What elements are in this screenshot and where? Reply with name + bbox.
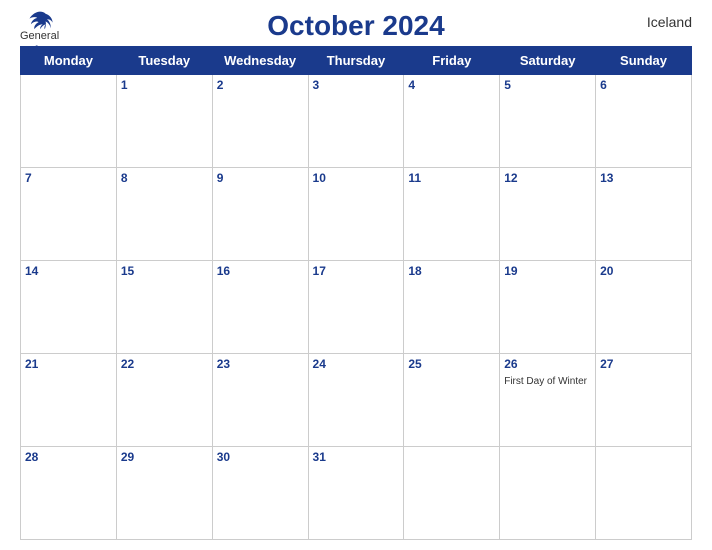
calendar-day-cell: 9 — [212, 168, 308, 261]
calendar-week-row: 28 29 30 31 — [21, 447, 692, 540]
day-number: 26 — [504, 357, 591, 371]
calendar-day-cell: 2 — [212, 75, 308, 168]
calendar-day-cell: 10 — [308, 168, 404, 261]
day-number: 29 — [121, 450, 208, 464]
calendar-header: General Blue October 2024 Iceland — [20, 10, 692, 42]
calendar-day-cell: 15 — [116, 261, 212, 354]
day-number: 25 — [408, 357, 495, 371]
calendar-day-cell: 3 — [308, 75, 404, 168]
day-number: 14 — [25, 264, 112, 278]
calendar-day-cell: 4 — [404, 75, 500, 168]
day-number: 2 — [217, 78, 304, 92]
calendar-day-cell: 18 — [404, 261, 500, 354]
logo-general-text: General — [20, 30, 59, 43]
day-number: 31 — [313, 450, 400, 464]
calendar-day-cell: 16 — [212, 261, 308, 354]
day-number: 24 — [313, 357, 400, 371]
calendar-day-cell: 30 — [212, 447, 308, 540]
day-number: 12 — [504, 171, 591, 185]
col-sunday: Sunday — [596, 47, 692, 75]
calendar-week-row: 123456 — [21, 75, 692, 168]
calendar-day-cell — [596, 447, 692, 540]
calendar-day-cell: 17 — [308, 261, 404, 354]
calendar-day-cell: 1 — [116, 75, 212, 168]
day-number: 7 — [25, 171, 112, 185]
day-number: 20 — [600, 264, 687, 278]
logo-icon — [26, 10, 54, 30]
day-number: 23 — [217, 357, 304, 371]
day-number: 3 — [313, 78, 400, 92]
day-number: 22 — [121, 357, 208, 371]
calendar-table: Monday Tuesday Wednesday Thursday Friday… — [20, 46, 692, 540]
day-number: 5 — [504, 78, 591, 92]
day-number: 10 — [313, 171, 400, 185]
calendar-week-row: 21 22 23 24 25 26 First Day of Winter 27 — [21, 354, 692, 447]
day-number: 15 — [121, 264, 208, 278]
calendar-day-cell — [500, 447, 596, 540]
day-number: 21 — [25, 357, 112, 371]
calendar-day-cell: 26 First Day of Winter — [500, 354, 596, 447]
day-number: 16 — [217, 264, 304, 278]
logo: General Blue — [20, 10, 59, 59]
calendar-day-cell: 11 — [404, 168, 500, 261]
calendar-day-cell — [404, 447, 500, 540]
calendar-day-cell: 27 — [596, 354, 692, 447]
calendar-day-cell: 24 — [308, 354, 404, 447]
day-number: 28 — [25, 450, 112, 464]
day-number: 17 — [313, 264, 400, 278]
col-wednesday: Wednesday — [212, 47, 308, 75]
day-number: 27 — [600, 357, 687, 371]
calendar-day-cell: 23 — [212, 354, 308, 447]
logo-blue-text: Blue — [25, 43, 53, 59]
calendar-day-cell: 19 — [500, 261, 596, 354]
day-number: 18 — [408, 264, 495, 278]
col-thursday: Thursday — [308, 47, 404, 75]
day-number: 6 — [600, 78, 687, 92]
calendar-day-cell: 25 — [404, 354, 500, 447]
calendar-day-cell: 21 — [21, 354, 117, 447]
weekday-header-row: Monday Tuesday Wednesday Thursday Friday… — [21, 47, 692, 75]
calendar-day-cell: 12 — [500, 168, 596, 261]
calendar-day-cell — [21, 75, 117, 168]
calendar-week-row: 789 10 11 12 13 — [21, 168, 692, 261]
calendar-day-cell: 31 — [308, 447, 404, 540]
day-number: 1 — [121, 78, 208, 92]
day-number: 4 — [408, 78, 495, 92]
calendar-day-cell: 22 — [116, 354, 212, 447]
day-number: 9 — [217, 171, 304, 185]
calendar-day-cell: 8 — [116, 168, 212, 261]
country-label: Iceland — [647, 14, 692, 30]
calendar-day-cell: 13 — [596, 168, 692, 261]
calendar-day-cell: 20 — [596, 261, 692, 354]
day-number: 19 — [504, 264, 591, 278]
col-tuesday: Tuesday — [116, 47, 212, 75]
calendar-day-cell: 7 — [21, 168, 117, 261]
col-friday: Friday — [404, 47, 500, 75]
calendar-day-cell: 14 — [21, 261, 117, 354]
calendar-title: October 2024 — [267, 10, 444, 42]
day-number: 30 — [217, 450, 304, 464]
day-number: 13 — [600, 171, 687, 185]
calendar-day-cell: 5 — [500, 75, 596, 168]
calendar-week-row: 14 15 16 17 18 19 20 — [21, 261, 692, 354]
col-saturday: Saturday — [500, 47, 596, 75]
day-number: 8 — [121, 171, 208, 185]
day-number: 11 — [408, 171, 495, 185]
calendar-day-cell: 28 — [21, 447, 117, 540]
calendar-day-cell: 6 — [596, 75, 692, 168]
calendar-day-cell: 29 — [116, 447, 212, 540]
day-event-label: First Day of Winter — [504, 376, 587, 387]
